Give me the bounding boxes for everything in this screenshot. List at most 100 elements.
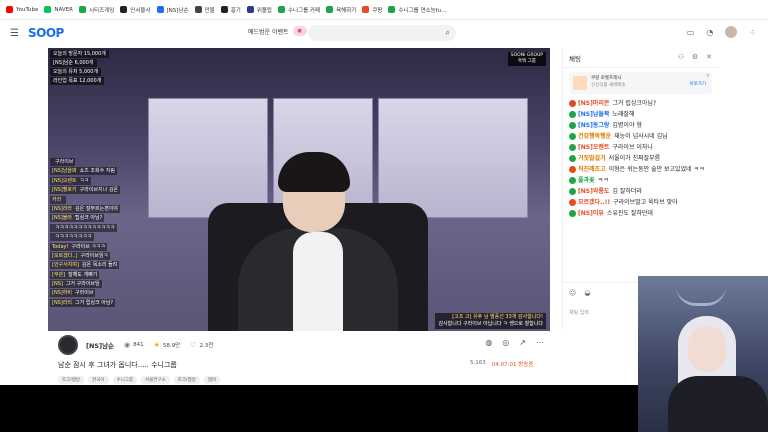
- emoji-icon[interactable]: ☺: [569, 289, 576, 297]
- bookmark-item[interactable]: 만물: [194, 6, 215, 14]
- stream-tag[interactable]: 수니그룹: [112, 376, 138, 384]
- overlay-chat-line: [무관] 잘해도 개뼈기: [50, 270, 100, 279]
- channel-info-row: [NS]남순 ◉ 841 ★ 58.9만 ♡ 2.3천 ◍ ◎ ↗ ⋯: [58, 334, 550, 356]
- overlay-stat-line: [NS]남순 6,000개: [50, 59, 97, 67]
- overlay-chat-nick: [NS]라리: [52, 299, 73, 306]
- more-icon[interactable]: ⋯: [536, 338, 544, 347]
- bookmark-label: 흥기: [230, 7, 241, 14]
- balloon-icon[interactable]: ◒: [584, 289, 590, 297]
- bookmark-item[interactable]: 수니그룹 카페: [278, 6, 320, 14]
- overlay-chat-text: 그거 립싱크 아님?: [75, 299, 114, 306]
- promo-banner[interactable]: 예드범운 이벤트 ●: [248, 26, 307, 36]
- bookmark-favicon-icon: [278, 6, 285, 13]
- star-count[interactable]: ★ 58.9만: [154, 341, 181, 349]
- bookmark-item[interactable]: YouTube: [6, 6, 38, 13]
- stream-tag[interactable]: 토크/캠방: [173, 376, 200, 384]
- bookmark-item[interactable]: 시티즈게임: [78, 6, 115, 14]
- stream-title: 남순 잠시 후 그녀가 옵니다..... 수니그룹: [58, 361, 177, 369]
- bookmark-favicon-icon: [326, 6, 334, 13]
- like-button[interactable]: ♡ 2.3천: [190, 341, 213, 349]
- overlay-chat-text: 구라이브임ㅋ: [80, 252, 109, 259]
- chat-text: 스유진도 잘하던데: [606, 210, 653, 217]
- overlay-chat-nick: [NS]하비: [52, 290, 73, 297]
- cam-person-face: [688, 326, 726, 372]
- apps-icon[interactable]: ⁘: [749, 28, 756, 37]
- bookmark-item[interactable]: 쿠팡: [362, 6, 382, 14]
- fan-badge-icon: [569, 111, 576, 118]
- fan-badge-icon: [569, 133, 576, 140]
- stream-tag[interactable]: 토크/캠방: [58, 376, 85, 384]
- gift-icon[interactable]: ◍: [485, 338, 492, 347]
- chat-nick[interactable]: 풀과꽃: [578, 177, 595, 184]
- stream-tag[interactable]: 한국어: [88, 376, 109, 384]
- overlay-chat: 구라이브 [NS]남을봐 쇼츠 조회수 지림 [NS]오렌트 ㅋㅋ [NS]헬로키 구라이브…: [50, 158, 210, 308]
- overlay-chat-text: ㅋㅋㅋㅋㅋㅋㅋㅋ: [55, 234, 92, 241]
- chat-notice-ad[interactable]: 쿠팡 로켓프레시 신선식품 새벽배송 바로가기 ×: [569, 72, 712, 94]
- stream-meta: 5,163 04:07:01 방송중: [470, 360, 533, 368]
- overlay-chat-nick: [NS]남을봐: [52, 168, 77, 175]
- chat-nick[interactable]: [NS]이유: [578, 210, 604, 217]
- bookmark-label: 인서울사: [130, 7, 151, 14]
- chat-text: 재능이 넘사시네 김님: [614, 133, 668, 140]
- viewer-icon: ◉: [124, 341, 131, 349]
- chat-toggle-icon[interactable]: ◎: [502, 338, 509, 347]
- overlay-chat-nick: [모르겠다..]: [52, 252, 78, 259]
- overlay-group-logo: SOONI GROUP 흑백 그룹: [507, 52, 546, 66]
- coupang-icon: [573, 76, 587, 90]
- bookmark-item[interactable]: 인서울사: [120, 6, 151, 14]
- bookmark-favicon-icon: [194, 6, 202, 13]
- video-player[interactable]: 오늘의 방문자 15,000개 [NS]남순 6,000개 오늘의 유저 5,000…: [48, 48, 550, 331]
- chat-nick[interactable]: 건강행복행운: [578, 133, 611, 140]
- stream-tag[interactable]: 서울연구소: [141, 376, 170, 384]
- channel-name[interactable]: [NS]남순: [86, 340, 114, 350]
- soop-logo[interactable]: SOOP: [28, 26, 64, 40]
- streamer-figure: [238, 152, 398, 331]
- menu-icon[interactable]: ☰: [10, 28, 24, 39]
- bookmark-label: NAVER: [54, 6, 73, 13]
- chat-message: [NS]동그랑 김병이야 형: [569, 120, 712, 131]
- chat-nick[interactable]: [NS]남들꽉: [578, 111, 609, 118]
- bookmark-item[interactable]: NAVER: [44, 6, 73, 13]
- chat-text: 이형은 쉬는동안 술만 보고있었네 ㅋㅋ: [608, 166, 705, 173]
- settings-icon[interactable]: ⚙: [692, 53, 698, 61]
- notice-link[interactable]: 바로가기: [689, 81, 706, 88]
- stream-tag[interactable]: 멤버: [203, 376, 221, 384]
- bookmark-favicon-icon: [220, 6, 228, 13]
- bookmark-label: 시티즈게임: [88, 7, 115, 14]
- users-icon[interactable]: ⚇: [678, 53, 684, 61]
- chat-nick[interactable]: [NS]오렌트: [578, 144, 609, 151]
- overlay-chat-nick: [NS]헬로키: [52, 187, 77, 194]
- overlay-group-sub: 흑백 그룹: [517, 59, 536, 64]
- thumbs-up-icon: ♡: [190, 341, 197, 349]
- broadcast-icon[interactable]: ▭: [687, 28, 695, 37]
- bookmark-item[interactable]: 흥기: [220, 6, 241, 14]
- overlay-chat-line: 카라: [50, 195, 67, 204]
- overlay-stat-line: 오늘의 유저 5,000개: [50, 68, 102, 76]
- close-icon[interactable]: ✕: [706, 53, 712, 61]
- notice-close-icon[interactable]: ×: [706, 73, 710, 80]
- chat-message: [NS]이유 스유진도 잘하던데: [569, 208, 712, 219]
- bookmark-label: 육해하기: [336, 7, 357, 14]
- chat-nick[interactable]: 모르겠다..!!: [578, 199, 610, 206]
- chat-nick[interactable]: [NS]동그랑: [578, 122, 609, 129]
- user-avatar[interactable]: [725, 26, 738, 38]
- bookmark-item[interactable]: 위폴립: [246, 6, 272, 14]
- chat-nick[interactable]: 직진레조고: [578, 166, 606, 173]
- like-count-value: 2.3천: [199, 343, 214, 349]
- bookmark-item[interactable]: 육해하기: [326, 6, 356, 14]
- bookmark-item[interactable]: 수니그룹 연소능fu...: [388, 6, 446, 14]
- share-icon[interactable]: ↗: [519, 338, 526, 347]
- bell-icon[interactable]: ◔: [706, 28, 713, 37]
- chat-nick[interactable]: [NS]와룡도: [578, 188, 609, 195]
- channel-avatar[interactable]: [58, 335, 78, 355]
- search-icon[interactable]: ⌕: [446, 28, 450, 38]
- chat-input[interactable]: 채팅 입력: [567, 303, 639, 321]
- bookmark-label: [NS]남순: [166, 7, 189, 14]
- bookmark-item[interactable]: [NS]남순: [156, 6, 189, 14]
- overlay-chat-line: [NS]라리 그거 립싱크 아님?: [50, 298, 116, 307]
- overlay-chat-text: 구라이브 ㅋㅋㅋ: [71, 243, 106, 250]
- search-input[interactable]: ⌕: [308, 25, 456, 41]
- overlay-chat-line: [NS]하비 구라이브: [50, 289, 96, 298]
- chat-nick[interactable]: [NS]마리몬: [578, 100, 609, 107]
- chat-nick[interactable]: 거짓말걸거: [578, 155, 606, 162]
